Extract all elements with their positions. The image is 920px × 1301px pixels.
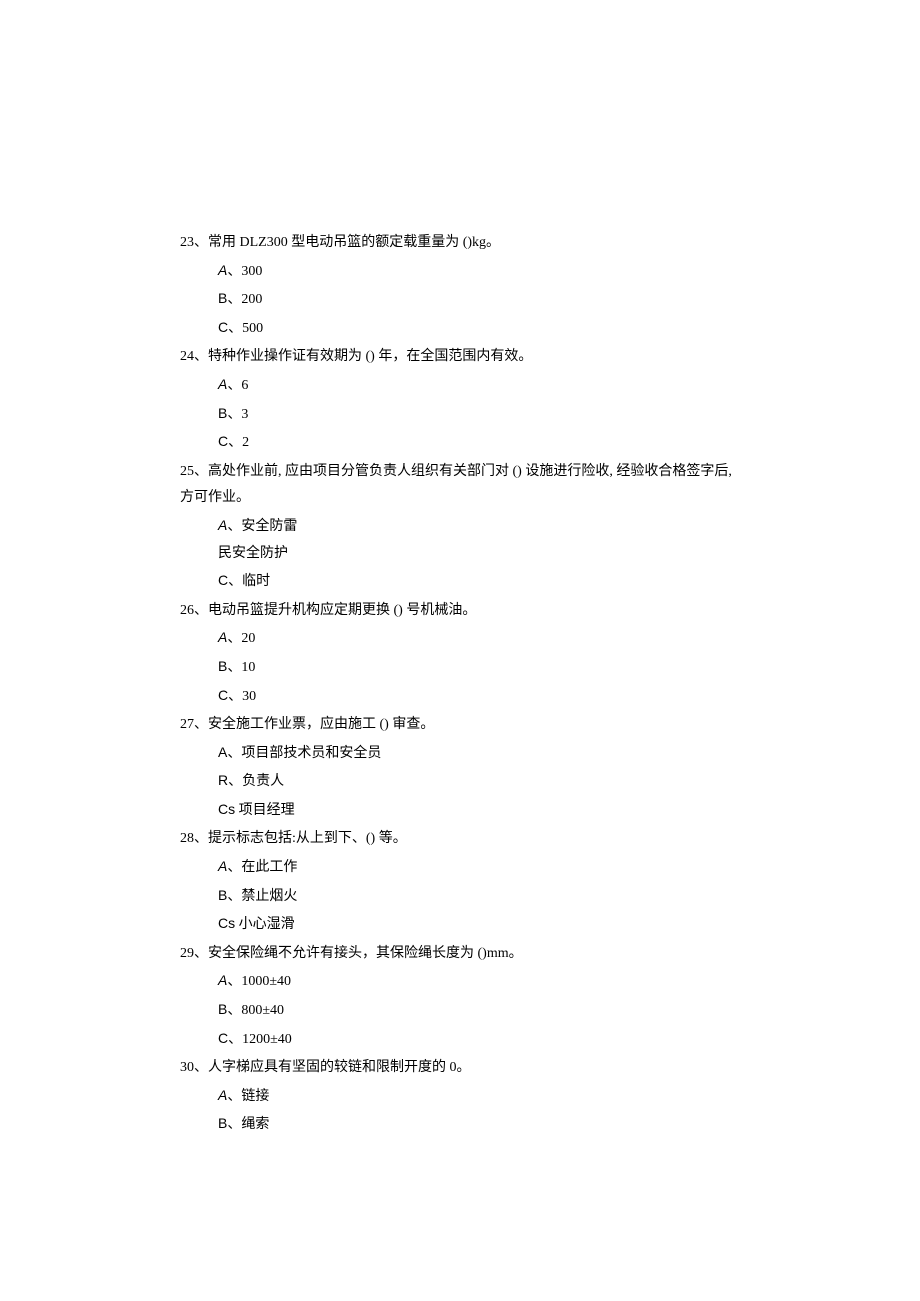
option-label: B: [218, 405, 227, 421]
options: A、20B、10C、30: [180, 624, 740, 710]
option-value: 、禁止烟火: [227, 889, 297, 904]
option-label: 民: [218, 546, 232, 561]
option: C、500: [218, 314, 740, 343]
option-label: A: [218, 376, 227, 392]
option-value: 、200: [227, 292, 262, 307]
option: C、2: [218, 428, 740, 457]
option-label: B: [218, 887, 227, 903]
question-30: 30、人字梯应具有坚固的较链和限制开度的 0。A、链接B、绳索: [180, 1055, 740, 1139]
options: A、6B、3C、2: [180, 371, 740, 457]
option-label: C: [218, 572, 228, 588]
option-label: A: [218, 1087, 227, 1103]
option-label: C: [218, 1030, 228, 1046]
options: A、300B、200C、500: [180, 257, 740, 343]
option-label: B: [218, 1115, 227, 1131]
option-label: C: [218, 319, 228, 335]
question-23: 23、常用 DLZ300 型电动吊篮的额定载重量为 ()kg。A、300B、20…: [180, 230, 740, 342]
question-text: 27、安全施工作业票，应由施工 () 审查。: [180, 712, 740, 739]
option-value: 、安全防雷: [227, 519, 297, 534]
option-value: 、3: [227, 407, 248, 422]
option-label: B: [218, 1001, 227, 1017]
option-label: A: [218, 262, 227, 278]
question-26: 26、电动吊篮提升机构应定期更换 () 号机械油。A、20B、10C、30: [180, 598, 740, 710]
option-value: 、链接: [227, 1089, 269, 1104]
option-value: 安全防护: [232, 546, 288, 561]
option-value: 、负责人: [228, 774, 284, 789]
option: A、链接: [218, 1082, 740, 1111]
option-value: 、绳索: [227, 1117, 269, 1132]
option-value: 、10: [227, 660, 255, 675]
option-label: R: [218, 772, 228, 788]
question-27: 27、安全施工作业票，应由施工 () 审查。A、项目部技术员和安全员R、负责人C…: [180, 712, 740, 824]
option: B、800±40: [218, 996, 740, 1025]
option: Cs 项目经理: [218, 796, 740, 825]
option-label: A: [218, 629, 227, 645]
option-value: 、500: [228, 321, 263, 336]
question-text: 30、人字梯应具有坚固的较链和限制开度的 0。: [180, 1055, 740, 1082]
option-value: 、在此工作: [227, 860, 297, 875]
option-label: A: [218, 517, 227, 533]
option-label: A: [218, 858, 227, 874]
options: A、安全防雷民安全防护C、临时: [180, 512, 740, 596]
option: R、负责人: [218, 767, 740, 796]
option: Cs 小心湿滑: [218, 910, 740, 939]
option-value: 、项目部技术员和安全员: [227, 746, 381, 761]
options: A、在此工作B、禁止烟火Cs 小心湿滑: [180, 853, 740, 939]
option: A、300: [218, 257, 740, 286]
option-value: 、20: [227, 631, 255, 646]
option-label: C: [218, 433, 228, 449]
option-value: 、1200±40: [228, 1032, 292, 1047]
options: A、项目部技术员和安全员R、负责人Cs 项目经理: [180, 739, 740, 825]
option-value: 小心湿滑: [235, 917, 295, 932]
option-value: 、30: [228, 689, 256, 704]
option: A、项目部技术员和安全员: [218, 739, 740, 768]
option: B、3: [218, 400, 740, 429]
question-text: 23、常用 DLZ300 型电动吊篮的额定载重量为 ()kg。: [180, 230, 740, 257]
question-25: 25、高处作业前, 应由项目分管负责人组织有关部门对 () 设施进行险收, 经验…: [180, 459, 740, 596]
question-text: 25、高处作业前, 应由项目分管负责人组织有关部门对 () 设施进行险收, 经验…: [180, 459, 740, 486]
option-label: B: [218, 290, 227, 306]
question-continuation: 方可作业。: [180, 485, 740, 512]
option-label: Cs: [218, 801, 235, 817]
question-28: 28、提示标志包括:从上到下、() 等。A、在此工作B、禁止烟火Cs 小心湿滑: [180, 826, 740, 938]
option-value: 、800±40: [227, 1003, 284, 1018]
option: A、安全防雷: [218, 512, 740, 541]
document-body: 23、常用 DLZ300 型电动吊篮的额定载重量为 ()kg。A、300B、20…: [180, 230, 740, 1139]
question-29: 29、安全保险绳不允许有接头，其保险绳长度为 ()mm。A、1000±40B、8…: [180, 941, 740, 1053]
option: C、1200±40: [218, 1025, 740, 1054]
option-value: 、临时: [228, 574, 270, 589]
option-value: 、6: [227, 378, 248, 393]
options: A、1000±40B、800±40C、1200±40: [180, 967, 740, 1053]
question-text: 28、提示标志包括:从上到下、() 等。: [180, 826, 740, 853]
option-value: 、1000±40: [227, 974, 291, 989]
option: B、绳索: [218, 1110, 740, 1139]
option: B、禁止烟火: [218, 882, 740, 911]
question-text: 26、电动吊篮提升机构应定期更换 () 号机械油。: [180, 598, 740, 625]
option: 民安全防护: [218, 541, 740, 568]
option-value: 、2: [228, 435, 249, 450]
question-text: 24、特种作业操作证有效期为 () 年，在全国范围内有效。: [180, 344, 740, 371]
option: C、30: [218, 682, 740, 711]
option-label: Cs: [218, 915, 235, 931]
option: C、临时: [218, 567, 740, 596]
option: A、1000±40: [218, 967, 740, 996]
option: B、200: [218, 285, 740, 314]
question-text: 29、安全保险绳不允许有接头，其保险绳长度为 ()mm。: [180, 941, 740, 968]
option-label: C: [218, 687, 228, 703]
option: A、20: [218, 624, 740, 653]
option-label: B: [218, 658, 227, 674]
option-label: A: [218, 744, 227, 760]
option-label: A: [218, 972, 227, 988]
option-value: 项目经理: [235, 803, 295, 818]
question-24: 24、特种作业操作证有效期为 () 年，在全国范围内有效。A、6B、3C、2: [180, 344, 740, 456]
options: A、链接B、绳索: [180, 1082, 740, 1139]
option: A、6: [218, 371, 740, 400]
option: A、在此工作: [218, 853, 740, 882]
option-value: 、300: [227, 264, 262, 279]
option: B、10: [218, 653, 740, 682]
